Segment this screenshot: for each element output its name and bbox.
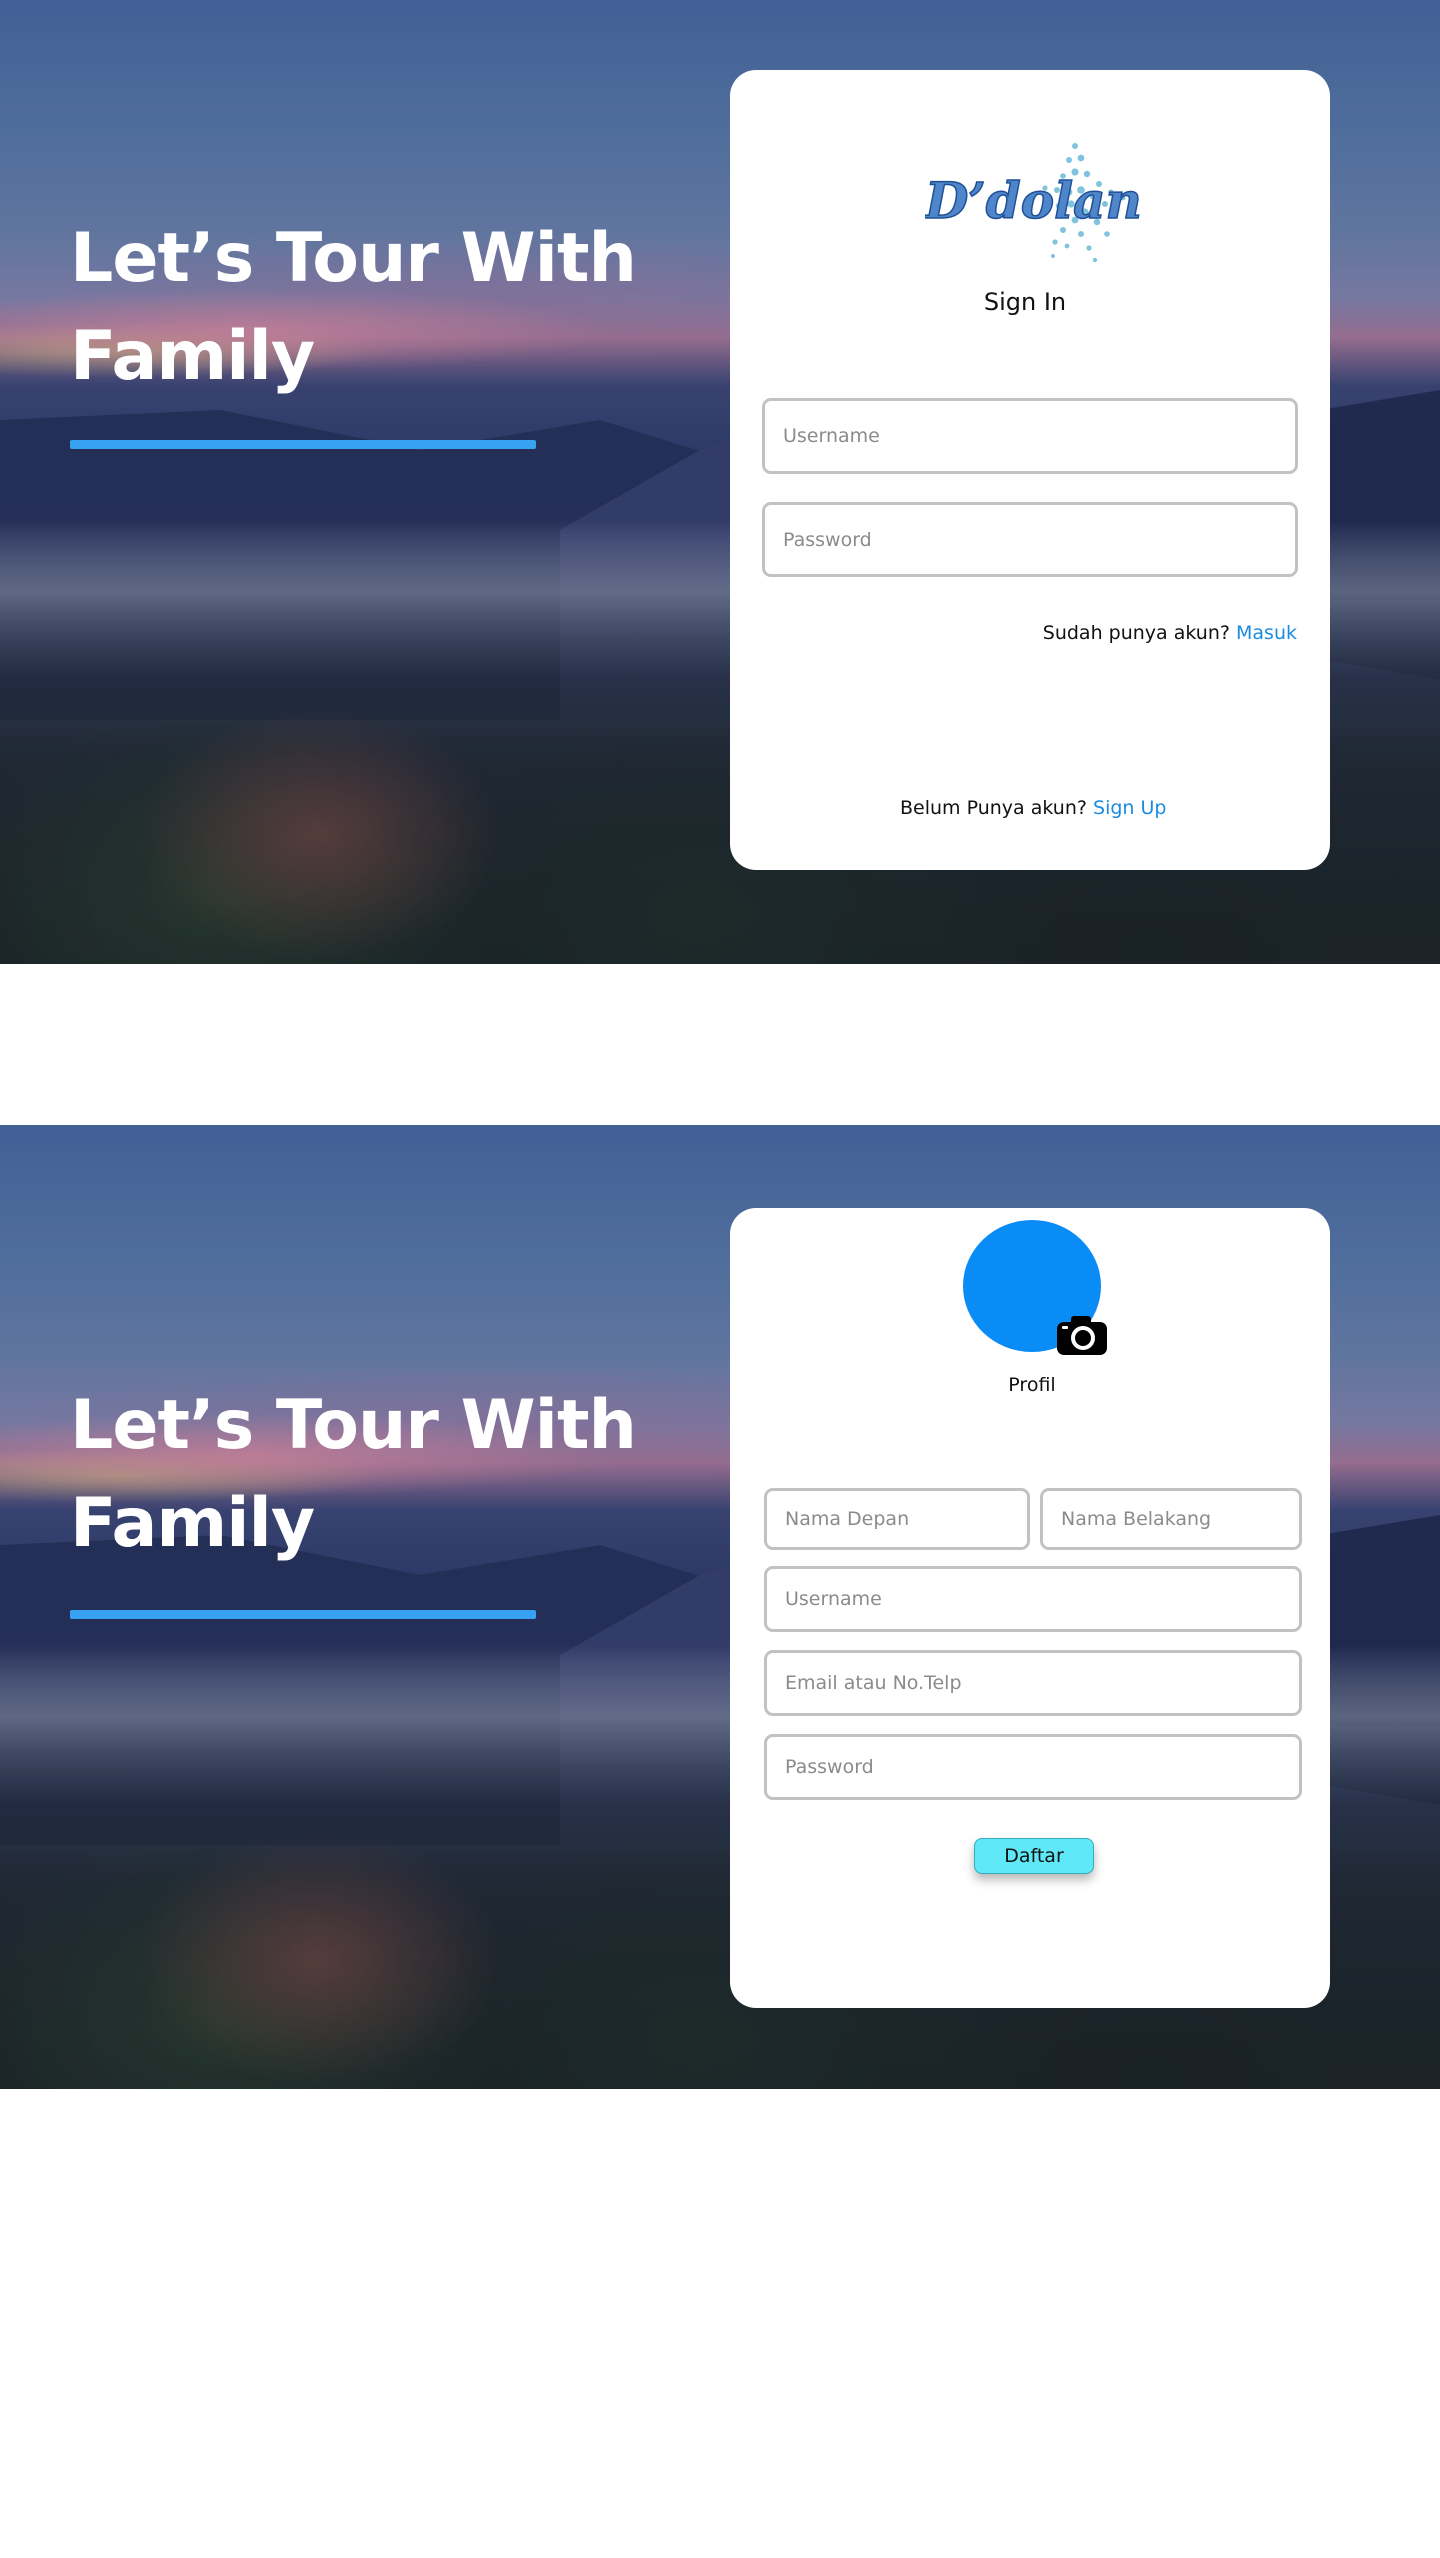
dolan-logo: D’dolan <box>925 143 1140 263</box>
hero-headline: Let’s Tour With Family <box>70 210 670 406</box>
first-name-input[interactable] <box>764 1488 1030 1550</box>
have-account-row: Sudah punya akun? Masuk <box>1043 622 1297 644</box>
last-name-input[interactable] <box>1040 1488 1302 1550</box>
email-phone-input[interactable] <box>764 1650 1302 1716</box>
logo-wordmark: D’dolan <box>925 171 1140 230</box>
hero-headline-line2: Family <box>70 1484 315 1563</box>
signin-hero: Let’s Tour With Family D’dolan Sign In U… <box>0 0 1440 964</box>
sign-up-link[interactable]: Sign Up <box>1093 797 1166 819</box>
camera-icon[interactable] <box>1056 1314 1108 1356</box>
hero-headline: Let’s Tour With Family <box>70 1377 670 1573</box>
no-account-text: Belum Punya akun? <box>900 797 1087 819</box>
hero-headline-line1: Let’s Tour With <box>70 1386 637 1465</box>
hero-headline-line2: Family <box>70 317 315 396</box>
signup-card: Profil Daftar <box>730 1208 1330 2008</box>
daftar-button[interactable]: Daftar <box>974 1838 1094 1874</box>
hero-headline-line1: Let’s Tour With <box>70 219 637 298</box>
have-account-text: Sudah punya akun? <box>1042 622 1230 644</box>
no-account-row: Belum Punya akun? Sign Up <box>900 797 1166 819</box>
signin-card: D’dolan Sign In Sudah punya akun? Masuk … <box>730 70 1330 870</box>
password-input[interactable] <box>762 502 1298 577</box>
signup-username-input[interactable] <box>764 1566 1302 1632</box>
username-input[interactable] <box>762 398 1298 474</box>
signup-password-input[interactable] <box>764 1734 1302 1800</box>
profile-label: Profil <box>1008 1374 1056 1396</box>
hero-underline <box>70 1610 536 1619</box>
masuk-link[interactable]: Masuk <box>1236 622 1297 644</box>
signin-title: Sign In <box>983 288 1067 316</box>
hero-underline <box>70 440 536 449</box>
